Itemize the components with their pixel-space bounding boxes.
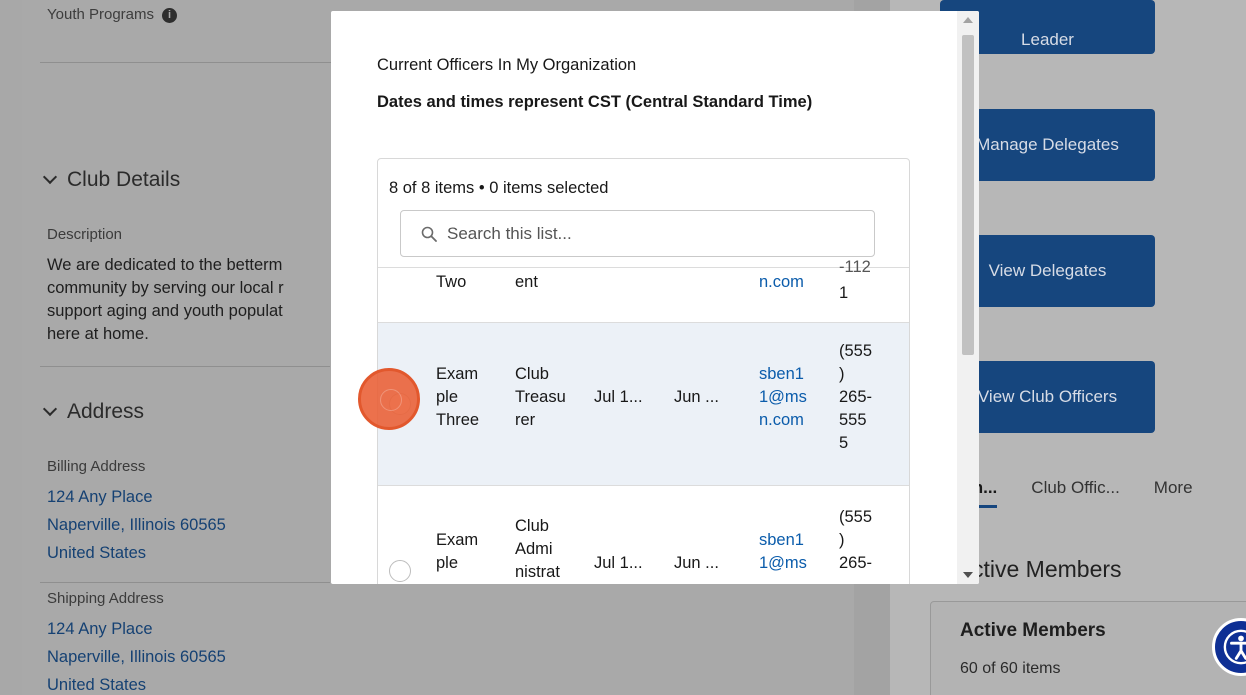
address-line: Naperville, Illinois 60565 bbox=[47, 516, 226, 534]
click-indicator bbox=[358, 368, 420, 430]
billing-address-label: Billing Address bbox=[47, 458, 146, 475]
address-line: 124 Any Place bbox=[47, 620, 153, 638]
timezone-note: Dates and times represent CST (Central S… bbox=[377, 93, 813, 111]
row-select-radio[interactable] bbox=[389, 560, 411, 582]
address-line: 124 Any Place bbox=[47, 488, 153, 506]
tab-more[interactable]: More bbox=[1154, 478, 1193, 498]
officers-list: 8 of 8 items • 0 items selected Search t… bbox=[377, 158, 910, 584]
modal-scrollbar[interactable] bbox=[957, 11, 979, 584]
officer-end-date: Jun ... bbox=[674, 388, 719, 406]
shipping-address-label: Shipping Address bbox=[47, 590, 164, 607]
item-count: 8 of 8 items • 0 items selected bbox=[389, 179, 609, 197]
address-section-toggle[interactable]: Address bbox=[42, 400, 144, 424]
active-members-card bbox=[930, 601, 1246, 695]
officer-phone: 1 bbox=[839, 284, 849, 302]
officer-name: Two bbox=[436, 273, 467, 291]
description-line: here at home. bbox=[47, 325, 149, 343]
officer-email[interactable]: n.com bbox=[759, 271, 804, 294]
address-line: United States bbox=[47, 544, 147, 562]
officer-phone: (555 ) 265- bbox=[839, 508, 873, 572]
active-members-card-title[interactable]: Active Members bbox=[960, 620, 1106, 642]
search-input[interactable]: Search this list... bbox=[400, 210, 875, 257]
officer-phone: (555 ) 265- 555 5 bbox=[839, 342, 873, 452]
divider bbox=[40, 366, 330, 367]
officer-email[interactable]: sben1 1@ms n.com bbox=[759, 363, 807, 432]
active-members-count: 60 of 60 items bbox=[960, 660, 1061, 677]
officer-name: Exam ple bbox=[436, 531, 479, 572]
table-row[interactable]: Two ent n.com 1 -112 bbox=[378, 258, 909, 323]
address-line: United States bbox=[47, 676, 147, 694]
description-line: support aging and youth populat bbox=[47, 302, 283, 320]
tab-club-officers[interactable]: Club Offic... bbox=[1031, 478, 1120, 498]
divider bbox=[40, 582, 330, 583]
youth-programs-field: Youth Programs i bbox=[47, 6, 178, 23]
billing-address[interactable]: 124 Any Place Naperville, Illinois 60565… bbox=[47, 483, 226, 567]
search-icon bbox=[421, 226, 437, 242]
table-row[interactable]: Exam ple Club Admi nistrat Jul 1... Jun … bbox=[378, 486, 909, 584]
address-line: Naperville, Illinois 60565 bbox=[47, 648, 226, 666]
scroll-down-arrow-icon[interactable] bbox=[963, 572, 973, 578]
officer-role: ent bbox=[515, 273, 538, 291]
officer-name: Exam ple Three bbox=[436, 365, 480, 429]
description-text: We are dedicated to the betterm communit… bbox=[47, 254, 333, 346]
related-tabs: m... Club Offic... More bbox=[968, 478, 1193, 508]
officer-start-date: Jul 1... bbox=[594, 554, 643, 572]
club-details-heading: Club Details bbox=[67, 168, 181, 191]
shipping-address[interactable]: 124 Any Place Naperville, Illinois 60565… bbox=[47, 615, 226, 695]
accessibility-icon bbox=[1223, 629, 1246, 665]
officer-start-date: Jul 1... bbox=[594, 388, 643, 406]
info-icon[interactable]: i bbox=[162, 8, 178, 23]
youth-programs-label: Youth Programs bbox=[47, 6, 155, 23]
officer-role: Club Admi nistrat bbox=[515, 517, 560, 581]
active-members-section-heading[interactable]: ctive Members bbox=[972, 556, 1122, 583]
address-heading: Address bbox=[67, 400, 145, 423]
chevron-down-icon bbox=[42, 401, 58, 417]
officer-end-date: Jun ... bbox=[674, 554, 719, 572]
scroll-up-arrow-icon[interactable] bbox=[963, 17, 973, 23]
officer-phone-overflow: -112 bbox=[839, 258, 871, 276]
description-line: We are dedicated to the betterm bbox=[47, 256, 283, 274]
modal-title: Current Officers In My Organization bbox=[377, 56, 637, 74]
club-details-section-toggle[interactable]: Club Details bbox=[42, 168, 180, 192]
table-row[interactable]: Exam ple Three Club Treasu rer Jul 1... … bbox=[378, 323, 909, 486]
scrollbar-thumb[interactable] bbox=[962, 35, 974, 355]
search-placeholder: Search this list... bbox=[447, 223, 572, 243]
description-line: community by serving our local r bbox=[47, 279, 284, 297]
chevron-down-icon bbox=[42, 169, 58, 185]
officer-email[interactable]: sben1 1@ms bbox=[759, 529, 807, 575]
current-officers-modal: Current Officers In My Organization Date… bbox=[331, 11, 979, 584]
officer-role: Club Treasu rer bbox=[515, 365, 566, 429]
description-label: Description bbox=[47, 226, 123, 243]
